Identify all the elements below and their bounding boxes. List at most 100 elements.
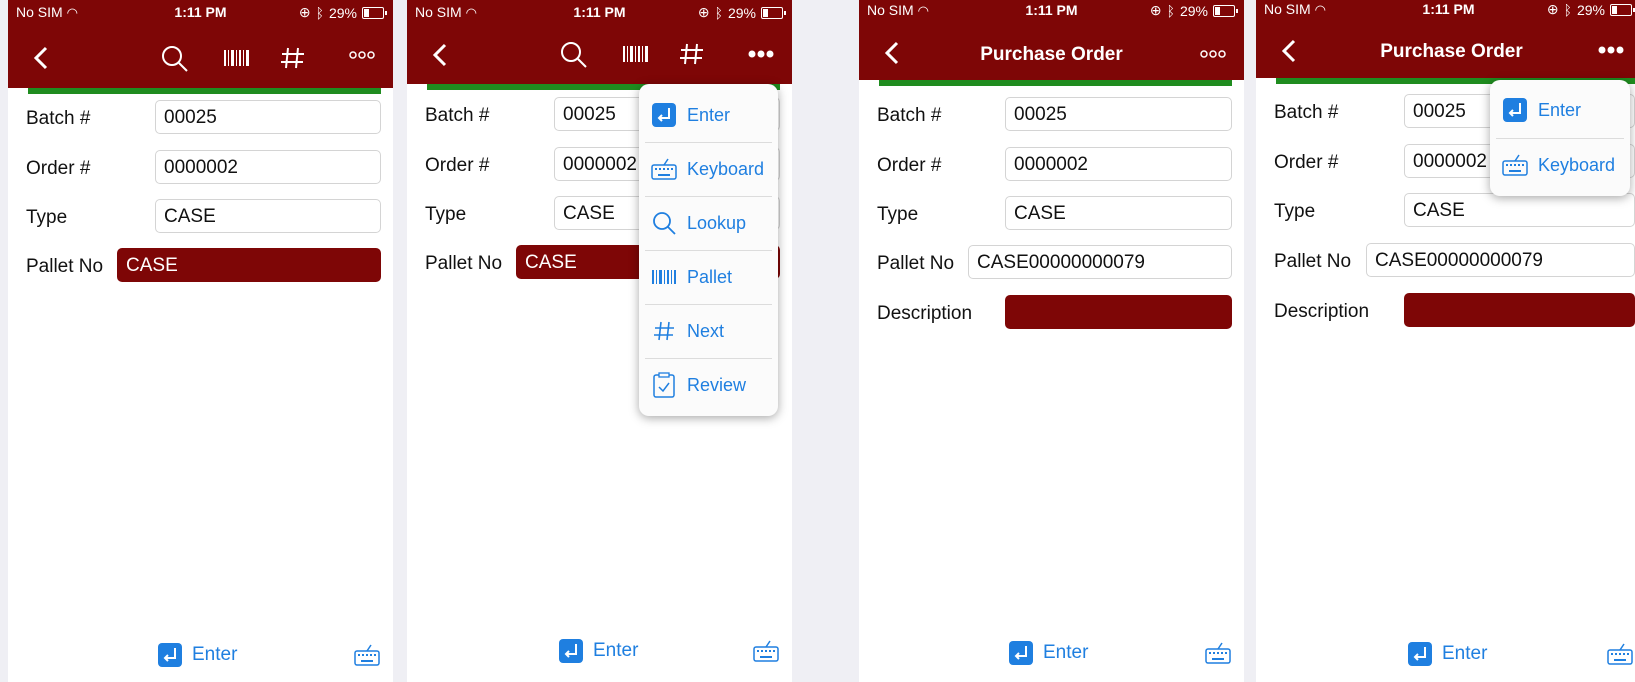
pallet-field[interactable]: CASE — [117, 248, 381, 282]
type-label: Type — [1274, 201, 1316, 222]
search-icon — [653, 212, 676, 235]
menu-item-next[interactable]: Next — [639, 304, 778, 358]
batch-field[interactable]: 00025 — [155, 100, 381, 134]
batch-label: Batch # — [425, 105, 490, 126]
type-field[interactable]: CASE — [1005, 196, 1232, 230]
pallet-row: Pallet No CASE — [8, 248, 393, 284]
pallet-label: Pallet No — [26, 256, 104, 277]
keyboard-icon — [651, 158, 677, 180]
progress-line — [28, 88, 381, 94]
barcode-icon[interactable] — [222, 44, 252, 72]
type-field[interactable]: CASE — [155, 199, 381, 233]
menu-label: Keyboard — [1538, 154, 1616, 175]
enter-button[interactable]: Enter — [1408, 642, 1487, 666]
type-row: Type CASE — [8, 199, 393, 235]
battery-percent: 29% — [727, 4, 756, 21]
menu-item-pallet[interactable]: Pallet — [639, 250, 778, 304]
lock-rotation-icon: ⊕ — [1149, 2, 1162, 18]
bluetooth-icon: ᛒ — [1563, 1, 1572, 18]
enter-icon — [158, 643, 182, 667]
bluetooth-icon: ᛒ — [714, 4, 723, 21]
keyboard-icon[interactable] — [354, 644, 380, 666]
more-icon[interactable] — [747, 44, 775, 64]
enter-label: Enter — [593, 640, 639, 661]
clipboard-icon — [653, 372, 675, 398]
menu-label: Enter — [1538, 99, 1582, 120]
type-label: Type — [877, 204, 919, 225]
menu-item-keyboard[interactable]: Keyboard — [639, 142, 778, 196]
status-bar: No SIM ◠ 1:11 PM ⊕ ᛒ 29% — [859, 0, 1244, 22]
batch-row: Batch # 00025 — [8, 100, 393, 136]
hash-icon[interactable] — [278, 44, 308, 72]
keyboard-icon[interactable] — [753, 640, 779, 662]
hash-icon[interactable] — [677, 40, 707, 68]
menu-label: Pallet — [687, 266, 733, 287]
description-field[interactable] — [1005, 295, 1232, 329]
menu-item-review[interactable]: Review — [639, 358, 778, 412]
search-icon[interactable] — [160, 44, 190, 72]
menu-label: Keyboard — [687, 158, 765, 179]
batch-row: Batch # 00025 — [859, 97, 1244, 133]
pallet-row: Pallet No CASE00000000079 — [859, 245, 1244, 281]
screen-1: No SIM ◠ 1:11 PM ⊕ ᛒ 29% Batch # 00025 Ord… — [8, 0, 393, 682]
enter-label: Enter — [1043, 642, 1089, 663]
back-icon[interactable] — [30, 45, 54, 71]
page-title: Purchase Order — [980, 44, 1123, 65]
screen-3: No SIM ◠ 1:11 PM ⊕ ᛒ 29% Purchase Order Ba… — [859, 0, 1244, 682]
pallet-field[interactable]: CASE00000000079 — [1366, 243, 1635, 277]
description-label: Description — [877, 303, 973, 324]
hash-icon — [654, 321, 674, 341]
back-icon[interactable] — [429, 42, 453, 68]
more-icon[interactable] — [1597, 40, 1625, 60]
type-field[interactable]: CASE — [1404, 193, 1635, 227]
lock-rotation-icon: ⊕ — [697, 4, 710, 20]
order-field[interactable]: 0000002 — [155, 150, 381, 184]
enter-button[interactable]: Enter — [158, 643, 237, 667]
order-field[interactable]: 0000002 — [1005, 147, 1232, 181]
enter-icon — [1009, 641, 1033, 665]
more-icon[interactable] — [348, 45, 376, 65]
menu-label: Next — [687, 320, 725, 341]
pallet-field[interactable]: CASE00000000079 — [968, 245, 1232, 279]
screen-2: No SIM ◠ 1:11 PM ⊕ ᛒ 29% Batch # 00025 Ord… — [407, 0, 792, 682]
pallet-label: Pallet No — [1274, 251, 1352, 272]
progress-line — [879, 80, 1232, 86]
search-icon[interactable] — [559, 40, 589, 68]
page-title: Purchase Order — [1380, 41, 1523, 62]
description-label: Description — [1274, 301, 1370, 322]
enter-button[interactable]: Enter — [1009, 641, 1088, 665]
lock-rotation-icon: ⊕ — [298, 4, 311, 20]
description-row: Description — [1256, 293, 1635, 329]
menu-item-keyboard[interactable]: Keyboard — [1490, 138, 1630, 192]
batch-field[interactable]: 00025 — [1005, 97, 1232, 131]
menu-label: Review — [687, 374, 747, 395]
barcode-icon[interactable] — [621, 40, 651, 68]
order-label: Order # — [425, 155, 490, 176]
menu-item-enter[interactable]: Enter — [639, 88, 778, 142]
enter-label: Enter — [192, 644, 238, 665]
order-label: Order # — [1274, 152, 1339, 173]
menu-item-enter[interactable]: Enter — [1490, 83, 1630, 137]
type-label: Type — [26, 207, 68, 228]
battery-icon — [761, 6, 786, 19]
actions-menu: Enter Keyboard — [1490, 80, 1630, 196]
battery-percent: 29% — [1576, 1, 1605, 18]
keyboard-icon — [1502, 154, 1528, 176]
battery-icon — [1213, 4, 1238, 17]
status-bar: No SIM ◠ 1:11 PM ⊕ ᛒ 29% — [407, 0, 792, 22]
enter-icon — [559, 639, 583, 663]
menu-label: Enter — [687, 104, 731, 125]
more-icon[interactable] — [1199, 44, 1227, 64]
enter-label: Enter — [1442, 643, 1488, 664]
enter-button[interactable]: Enter — [559, 639, 638, 663]
description-field[interactable] — [1404, 293, 1635, 327]
batch-label: Batch # — [1274, 102, 1339, 123]
pallet-row: Pallet No CASE00000000079 — [1256, 243, 1635, 279]
keyboard-icon[interactable] — [1205, 642, 1231, 664]
order-row: Order # 0000002 — [859, 147, 1244, 183]
pallet-label: Pallet No — [425, 253, 503, 274]
bluetooth-icon: ᛒ — [1166, 2, 1175, 19]
keyboard-icon[interactable] — [1607, 643, 1633, 665]
menu-item-lookup[interactable]: Lookup — [639, 196, 778, 250]
enter-icon — [1408, 642, 1432, 666]
